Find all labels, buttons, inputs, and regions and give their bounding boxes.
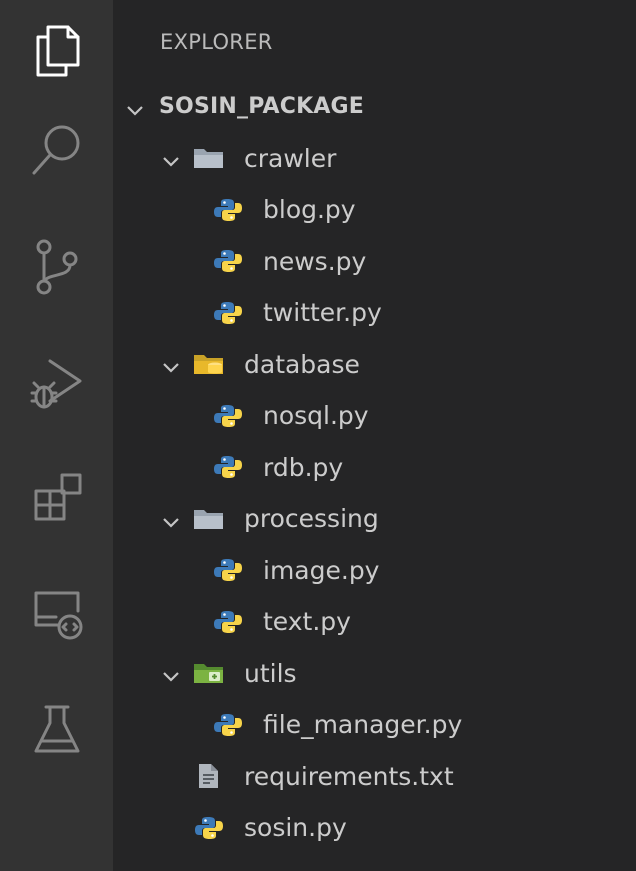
chevron-down-icon [161, 663, 181, 683]
tree-file-row[interactable]: image.py [113, 545, 636, 597]
folder-label: database [244, 349, 360, 379]
folder-icon [193, 506, 223, 532]
tree-file-row[interactable]: news.py [113, 236, 636, 288]
python-icon [213, 609, 243, 635]
explorer-icon [36, 25, 79, 77]
python-icon [213, 454, 243, 480]
tree-file-row[interactable]: rdb.py [113, 442, 636, 494]
file-label: blog.py [263, 195, 356, 225]
tree-file-row[interactable]: text.py [113, 596, 636, 648]
activity-source-control[interactable] [0, 216, 113, 316]
search-icon [32, 125, 79, 175]
python-icon [213, 557, 243, 583]
tree-folder-row[interactable]: database [113, 339, 636, 391]
activity-explorer[interactable] [0, 0, 113, 100]
chevron-down-icon [161, 148, 181, 168]
file-label: file_manager.py [263, 710, 463, 740]
tree-file-row[interactable]: twitter.py [113, 287, 636, 339]
activity-remote-explorer[interactable] [0, 564, 113, 664]
remote-explorer-icon [34, 591, 82, 640]
python-icon [213, 197, 243, 223]
python-icon [213, 712, 243, 738]
tree-file-row[interactable]: blog.py [113, 184, 636, 236]
file-label: twitter.py [263, 298, 382, 328]
utils-folder-icon [193, 660, 223, 686]
tree-folder-row[interactable]: processing [113, 493, 636, 545]
run-debug-icon [30, 359, 81, 409]
database-folder-icon [193, 351, 223, 377]
extensions-icon [34, 473, 81, 521]
testing-icon [34, 705, 79, 753]
folder-label: processing [244, 504, 379, 534]
explorer-title: EXPLORER [160, 30, 273, 54]
file-label: news.py [263, 246, 367, 276]
folder-label: utils [244, 658, 297, 688]
python-icon [213, 403, 243, 429]
tree-file-row[interactable]: sosin.py [113, 802, 636, 854]
activity-testing[interactable] [0, 680, 113, 780]
text-file-icon [194, 763, 224, 789]
python-icon [213, 300, 243, 326]
chevron-down-icon [161, 509, 181, 529]
tree-folder-row[interactable]: crawler [113, 133, 636, 185]
tree-root-folder[interactable]: SOSIN_PACKAGE [113, 81, 636, 133]
file-label: sosin.py [244, 813, 347, 843]
folder-icon [193, 145, 223, 171]
python-icon [213, 248, 243, 274]
python-icon [194, 815, 224, 841]
file-label: text.py [263, 607, 351, 637]
activity-search[interactable] [0, 100, 113, 200]
file-label: nosql.py [263, 401, 369, 431]
tree-file-row[interactable]: file_manager.py [113, 699, 636, 751]
chevron-down-icon [125, 97, 145, 117]
explorer-sidebar: EXPLORER SOSIN_PACKAGE crawler blog.py n… [113, 0, 636, 871]
root-folder-label: SOSIN_PACKAGE [159, 94, 365, 120]
folder-label: crawler [244, 143, 337, 173]
file-label: image.py [263, 555, 380, 585]
file-label: rdb.py [263, 452, 344, 482]
tree-folder-row[interactable]: utils [113, 648, 636, 700]
file-label: requirements.txt [244, 761, 454, 791]
activity-run-debug[interactable] [0, 332, 113, 432]
chevron-down-icon [161, 354, 181, 374]
activity-bar [0, 0, 113, 871]
vscode-window: EXPLORER SOSIN_PACKAGE crawler blog.py n… [0, 0, 636, 871]
tree-file-row[interactable]: requirements.txt [113, 751, 636, 803]
tree-file-row[interactable]: nosql.py [113, 390, 636, 442]
activity-extensions[interactable] [0, 448, 113, 548]
file-tree: SOSIN_PACKAGE crawler blog.py news.py tw… [113, 81, 636, 854]
source-control-icon [36, 239, 77, 295]
